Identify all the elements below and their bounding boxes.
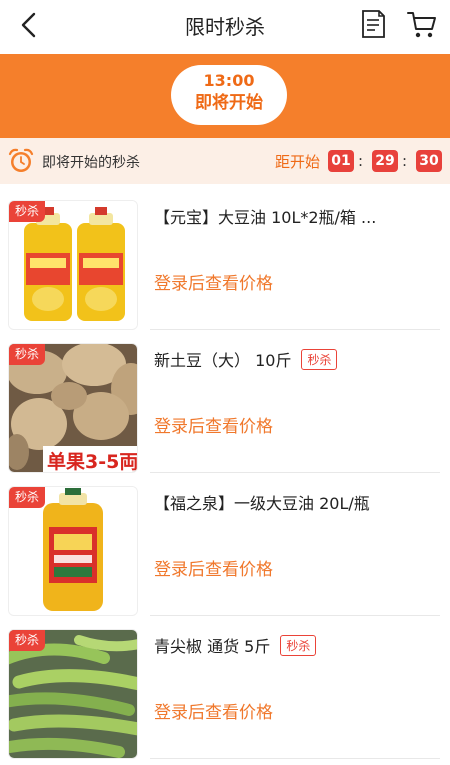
- top-nav-bar: 限时秒杀: [0, 0, 450, 54]
- product-name-text: 青尖椒 通货 5斤: [154, 637, 271, 656]
- product-name[interactable]: 青尖椒 通货 5斤 秒杀: [154, 633, 317, 657]
- product-name[interactable]: 新土豆（大） 10斤 秒杀: [154, 347, 338, 371]
- product-image[interactable]: 秒杀: [8, 486, 138, 616]
- flash-sale-tag: 秒杀: [9, 201, 46, 222]
- session-status: 即将开始: [195, 93, 263, 113]
- flash-sale-badge: 秒杀: [280, 635, 317, 656]
- product-image[interactable]: 秒杀: [8, 629, 138, 759]
- divider: [150, 615, 440, 616]
- product-name-text: 新土豆（大） 10斤: [154, 351, 292, 370]
- countdown-label: 距开始: [275, 153, 321, 171]
- flash-sale-badge: 秒杀: [301, 349, 338, 370]
- divider: [150, 758, 440, 759]
- login-to-view-price-link[interactable]: 登录后查看价格: [154, 698, 273, 723]
- countdown-separator: :: [402, 152, 408, 170]
- upcoming-flash-sale-label: 即将开始的秒杀: [42, 155, 140, 171]
- countdown-bar: 即将开始的秒杀 距开始 01 : 29 : 30: [0, 138, 450, 184]
- product-list: 秒杀 【元宝】大豆油 10L*2瓶/箱 ... 登录后查看价格 单果3-5両 秒…: [0, 196, 450, 765]
- image-caption-text: 单果3-5両: [47, 450, 138, 473]
- product-name[interactable]: 【元宝】大豆油 10L*2瓶/箱 ...: [154, 204, 376, 228]
- flash-sale-tag: 秒杀: [9, 630, 46, 651]
- session-time-tab[interactable]: 13:00 即将开始: [171, 65, 287, 125]
- login-to-view-price-link[interactable]: 登录后查看价格: [154, 269, 273, 294]
- login-to-view-price-link[interactable]: 登录后查看价格: [154, 555, 273, 580]
- list-item[interactable]: 秒杀 【元宝】大豆油 10L*2瓶/箱 ... 登录后查看价格: [0, 196, 450, 339]
- flash-sale-tag: 秒杀: [9, 487, 46, 508]
- login-to-view-price-link[interactable]: 登录后查看价格: [154, 412, 273, 437]
- countdown-minutes: 29: [372, 150, 398, 172]
- flash-sale-tag: 秒杀: [9, 344, 46, 365]
- list-item[interactable]: 单果3-5両 秒杀 新土豆（大） 10斤 秒杀 登录后查看价格: [0, 339, 450, 482]
- session-time: 13:00: [203, 71, 255, 90]
- countdown-separator: :: [358, 152, 364, 170]
- alarm-clock-icon: [8, 148, 34, 172]
- list-item[interactable]: 秒杀 【福之泉】一级大豆油 20L/瓶 登录后查看价格: [0, 482, 450, 625]
- divider: [150, 329, 440, 330]
- divider: [150, 472, 440, 473]
- shopping-cart-icon[interactable]: [406, 8, 438, 40]
- product-image[interactable]: 单果3-5両 秒杀: [8, 343, 138, 473]
- countdown-hours: 01: [328, 150, 354, 172]
- session-banner: 13:00 即将开始: [0, 54, 450, 138]
- list-item[interactable]: 秒杀 青尖椒 通货 5斤 秒杀 登录后查看价格: [0, 625, 450, 765]
- product-name[interactable]: 【福之泉】一级大豆油 20L/瓶: [154, 490, 370, 514]
- countdown-seconds: 30: [416, 150, 442, 172]
- document-list-icon[interactable]: [357, 8, 389, 40]
- product-image[interactable]: 秒杀: [8, 200, 138, 330]
